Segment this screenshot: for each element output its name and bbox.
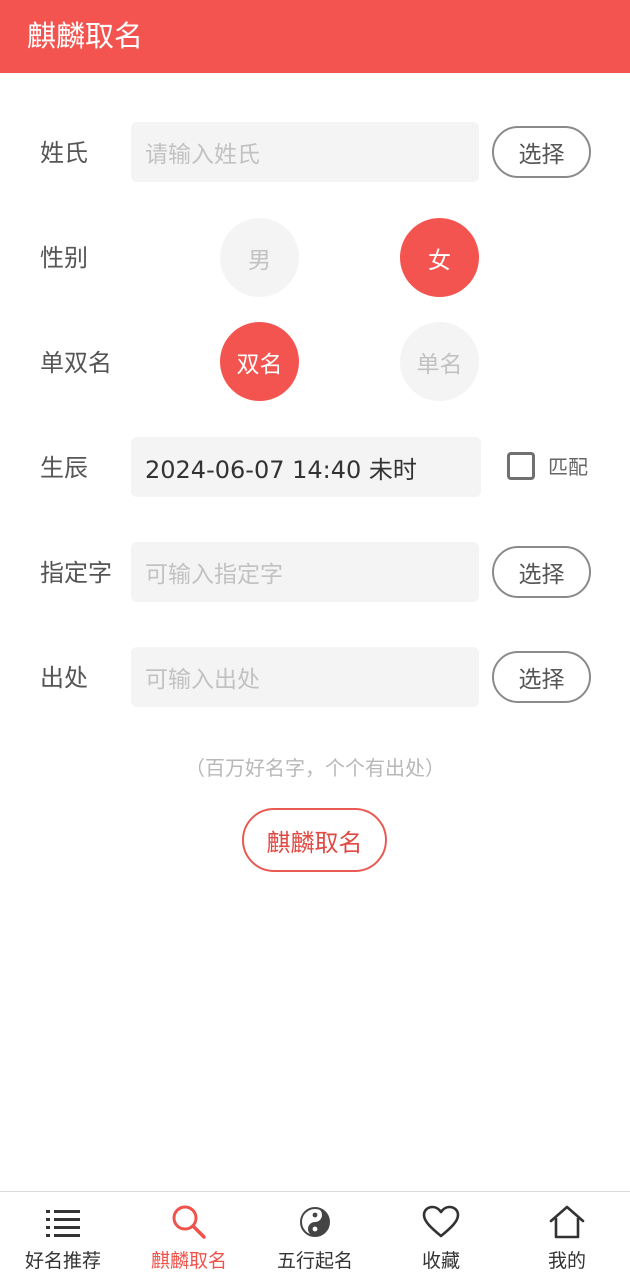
home-icon	[547, 1204, 587, 1240]
bottom-tab-bar: 好名推荐 麒麟取名 五行起名 收藏 我的	[0, 1191, 630, 1281]
designated-char-select-button[interactable]: 选择	[492, 546, 591, 598]
surname-label: 姓氏	[40, 139, 88, 167]
tab-qilin-naming-label: 麒麟取名	[150, 1250, 227, 1272]
generate-name-button[interactable]: 麒麟取名	[242, 808, 387, 872]
tab-recommend-label: 好名推荐	[24, 1250, 101, 1272]
birth-label: 生辰	[40, 454, 88, 482]
tab-favorites-label: 收藏	[421, 1250, 460, 1272]
yin-yang-icon	[295, 1204, 335, 1240]
tab-qilin-naming[interactable]: 麒麟取名	[126, 1192, 252, 1281]
name-length-label: 单双名	[40, 349, 112, 377]
tab-recommend[interactable]: 好名推荐	[0, 1192, 126, 1281]
gender-female-option[interactable]: 女	[400, 218, 479, 297]
surname-input[interactable]: 请输入姓氏	[131, 122, 479, 182]
list-icon	[43, 1204, 83, 1240]
match-label: 匹配	[548, 455, 588, 479]
tab-wuxing-naming-label: 五行起名	[276, 1250, 353, 1272]
designated-char-input[interactable]: 可输入指定字	[131, 542, 479, 602]
source-input[interactable]: 可输入出处	[131, 647, 479, 707]
tab-wuxing-naming[interactable]: 五行起名	[252, 1192, 378, 1281]
designated-char-label: 指定字	[40, 559, 112, 587]
surname-select-button[interactable]: 选择	[492, 126, 591, 178]
source-select-button[interactable]: 选择	[492, 651, 591, 703]
tab-mine-label: 我的	[547, 1250, 586, 1272]
gender-label: 性别	[40, 244, 88, 272]
tab-favorites[interactable]: 收藏	[378, 1192, 504, 1281]
page-title: 麒麟取名	[27, 19, 144, 53]
search-icon	[169, 1204, 209, 1240]
app-header: 麒麟取名	[0, 0, 630, 73]
heart-icon	[421, 1204, 461, 1240]
single-name-option[interactable]: 单名	[400, 322, 479, 401]
double-name-option[interactable]: 双名	[220, 322, 299, 401]
tab-mine[interactable]: 我的	[504, 1192, 630, 1281]
gender-male-option[interactable]: 男	[220, 218, 299, 297]
birth-datetime-field[interactable]: 2024-06-07 14:40 未时	[131, 437, 481, 497]
match-checkbox[interactable]	[507, 452, 535, 480]
source-label: 出处	[40, 664, 88, 692]
hint-text: （百万好名字，个个有出处）	[185, 756, 445, 780]
